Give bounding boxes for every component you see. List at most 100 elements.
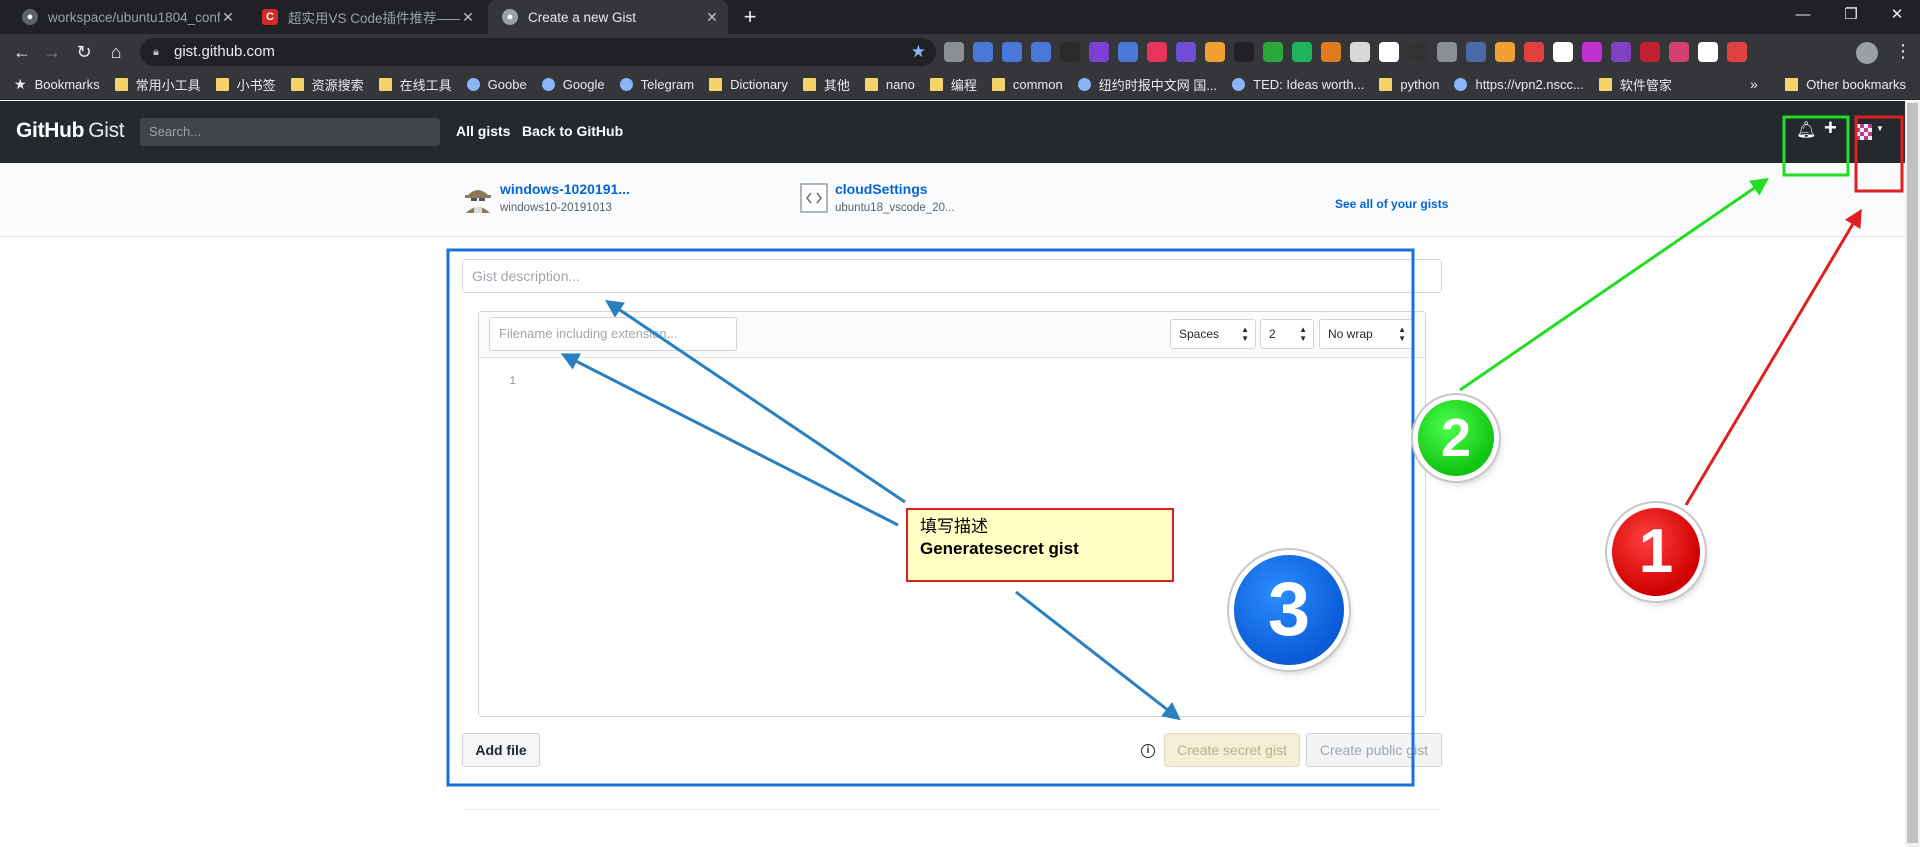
bookmark-label: 常用小工具 bbox=[135, 78, 201, 93]
new-tab-button[interactable]: + bbox=[736, 4, 764, 30]
bookmark-item[interactable]: https://vpn2.nscc... bbox=[1454, 77, 1584, 92]
indent-mode-select[interactable]: Spaces ▲ ▼ bbox=[1170, 319, 1256, 349]
bookmark-label: Bookmarks bbox=[34, 77, 100, 92]
extension-icon[interactable] bbox=[1205, 42, 1225, 62]
bookmark-item[interactable]: python bbox=[1379, 77, 1439, 92]
extension-icon[interactable] bbox=[1350, 42, 1370, 62]
minimize-button[interactable]: — bbox=[1780, 0, 1826, 32]
browser-tab-3[interactable]: ● Create a new Gist ✕ bbox=[488, 0, 728, 34]
indent-size-select[interactable]: 2 ▲ ▼ bbox=[1260, 319, 1314, 349]
create-public-gist-button[interactable]: Create public gist bbox=[1306, 733, 1442, 767]
bookmark-item[interactable]: 常用小工具 bbox=[114, 75, 201, 94]
extension-icon[interactable] bbox=[1060, 42, 1080, 62]
extension-icon[interactable] bbox=[1669, 42, 1689, 62]
new-gist-plus-icon[interactable]: + bbox=[1824, 115, 1837, 141]
extension-icon[interactable] bbox=[1321, 42, 1341, 62]
extension-icon[interactable] bbox=[1553, 42, 1573, 62]
bookmark-item[interactable]: TED: Ideas worth... bbox=[1232, 77, 1364, 92]
extension-icon[interactable] bbox=[1698, 42, 1718, 62]
extension-icon[interactable] bbox=[1582, 42, 1602, 62]
browser-menu-icon[interactable]: ⋮ bbox=[1894, 40, 1912, 62]
extension-icon[interactable] bbox=[1234, 42, 1254, 62]
info-icon[interactable]: i bbox=[1141, 744, 1155, 758]
extension-icon[interactable] bbox=[1089, 42, 1109, 62]
recent-gist-1[interactable]: windows-1020191... windows10-20191013 bbox=[462, 181, 630, 214]
other-bookmarks[interactable]: Other bookmarks bbox=[1785, 77, 1906, 92]
folder-icon bbox=[929, 78, 943, 91]
extension-icon[interactable] bbox=[1437, 42, 1457, 62]
back-button[interactable]: ← bbox=[8, 38, 36, 66]
bookmark-star-icon[interactable]: ★ bbox=[911, 38, 926, 66]
chevron-down-icon[interactable]: ▼ bbox=[1876, 124, 1884, 133]
bookmark-label: 编程 bbox=[950, 78, 977, 93]
search-input[interactable]: Search... bbox=[140, 118, 440, 146]
extension-icon[interactable] bbox=[1147, 42, 1167, 62]
bookmark-item[interactable]: 资源搜索 bbox=[290, 75, 364, 94]
bookmark-label: https://vpn2.nscc... bbox=[1475, 77, 1584, 92]
bookmark-item[interactable]: 在线工具 bbox=[378, 75, 452, 94]
bookmark-item[interactable]: 软件管家 bbox=[1598, 75, 1672, 94]
gist-description-input[interactable]: Gist description... bbox=[462, 259, 1442, 293]
gist-title[interactable]: cloudSettings bbox=[835, 181, 955, 197]
extension-icon[interactable] bbox=[1611, 42, 1631, 62]
extension-icon[interactable] bbox=[1495, 42, 1515, 62]
bookmark-item[interactable]: 小书签 bbox=[215, 75, 276, 94]
all-gists-link[interactable]: All gists bbox=[456, 123, 510, 139]
extension-icon[interactable] bbox=[1466, 42, 1486, 62]
extension-icon[interactable] bbox=[944, 42, 964, 62]
scrollbar-thumb[interactable] bbox=[1907, 103, 1918, 843]
extension-icon[interactable] bbox=[973, 42, 993, 62]
address-bar[interactable]: 🔒︎ gist.github.com ★ bbox=[140, 38, 936, 66]
browser-tab-2[interactable]: C 超实用VS Code插件推荐——不 ✕ bbox=[248, 0, 484, 34]
extension-icon[interactable] bbox=[1640, 42, 1660, 62]
bookmark-item[interactable]: 其他 bbox=[802, 75, 850, 94]
step-1-badge: 1 bbox=[1612, 508, 1700, 596]
bookmark-item[interactable]: nano bbox=[864, 77, 915, 92]
extension-icon[interactable] bbox=[1379, 42, 1399, 62]
home-button[interactable]: ⌂ bbox=[102, 38, 130, 66]
reload-button[interactable]: ↻ bbox=[70, 38, 98, 66]
close-tab-icon[interactable]: ✕ bbox=[704, 9, 720, 26]
page-scrollbar[interactable] bbox=[1905, 101, 1920, 847]
bookmark-item[interactable]: common bbox=[991, 77, 1063, 92]
bookmark-item[interactable]: Google bbox=[541, 77, 605, 92]
bookmark-item[interactable]: Telegram bbox=[619, 77, 694, 92]
recent-gist-2[interactable]: cloudSettings ubuntu18_vscode_20... bbox=[800, 181, 955, 214]
extension-icon[interactable] bbox=[1727, 42, 1747, 62]
extension-icon[interactable] bbox=[1408, 42, 1428, 62]
extension-icon[interactable] bbox=[1002, 42, 1022, 62]
site-icon bbox=[1232, 78, 1246, 91]
extension-icon[interactable] bbox=[1176, 42, 1196, 62]
bookmark-item[interactable]: 纽约时报中文网 国... bbox=[1077, 75, 1217, 94]
close-tab-icon[interactable]: ✕ bbox=[460, 9, 476, 26]
browser-tab-1[interactable]: ● workspace/ubuntu1804_config ✕ bbox=[8, 0, 244, 34]
bookmark-item[interactable]: 编程 bbox=[929, 75, 977, 94]
back-to-github-link[interactable]: Back to GitHub bbox=[522, 123, 623, 139]
gist-title[interactable]: windows-1020191... bbox=[500, 181, 630, 197]
profile-avatar[interactable] bbox=[1856, 42, 1878, 64]
more-bookmarks-chevron[interactable]: » bbox=[1750, 76, 1758, 92]
extension-icon[interactable] bbox=[1524, 42, 1544, 62]
bookmark-item[interactable]: ★ Bookmarks bbox=[14, 77, 100, 92]
github-gist-logo[interactable]: GitHub Gist bbox=[16, 119, 125, 143]
close-tab-icon[interactable]: ✕ bbox=[220, 9, 236, 26]
wrap-mode-select[interactable]: No wrap ▲ ▼ bbox=[1319, 319, 1413, 349]
extension-icon[interactable] bbox=[1031, 42, 1051, 62]
extension-icon[interactable] bbox=[1292, 42, 1312, 62]
user-avatar[interactable] bbox=[1856, 124, 1872, 140]
see-all-gists-link[interactable]: See all of your gists bbox=[1335, 197, 1448, 211]
bookmark-label: 资源搜索 bbox=[311, 78, 364, 93]
bell-icon[interactable]: 🔔︎ bbox=[1796, 120, 1816, 140]
filename-input[interactable]: Filename including extension... bbox=[489, 317, 737, 351]
close-window-button[interactable]: ✕ bbox=[1874, 0, 1920, 32]
bookmark-item[interactable]: Dictionary bbox=[709, 77, 788, 92]
extension-icon[interactable] bbox=[1263, 42, 1283, 62]
forward-button[interactable]: → bbox=[38, 38, 66, 66]
restore-button[interactable]: ❐ bbox=[1828, 0, 1874, 32]
other-bookmarks-label: Other bookmarks bbox=[1806, 77, 1906, 92]
add-file-button[interactable]: Add file bbox=[462, 733, 540, 767]
step-2-badge: 2 bbox=[1418, 400, 1494, 476]
bookmark-item[interactable]: Goobe bbox=[466, 77, 527, 92]
create-secret-gist-button[interactable]: Create secret gist bbox=[1164, 733, 1300, 767]
extension-icon[interactable] bbox=[1118, 42, 1138, 62]
